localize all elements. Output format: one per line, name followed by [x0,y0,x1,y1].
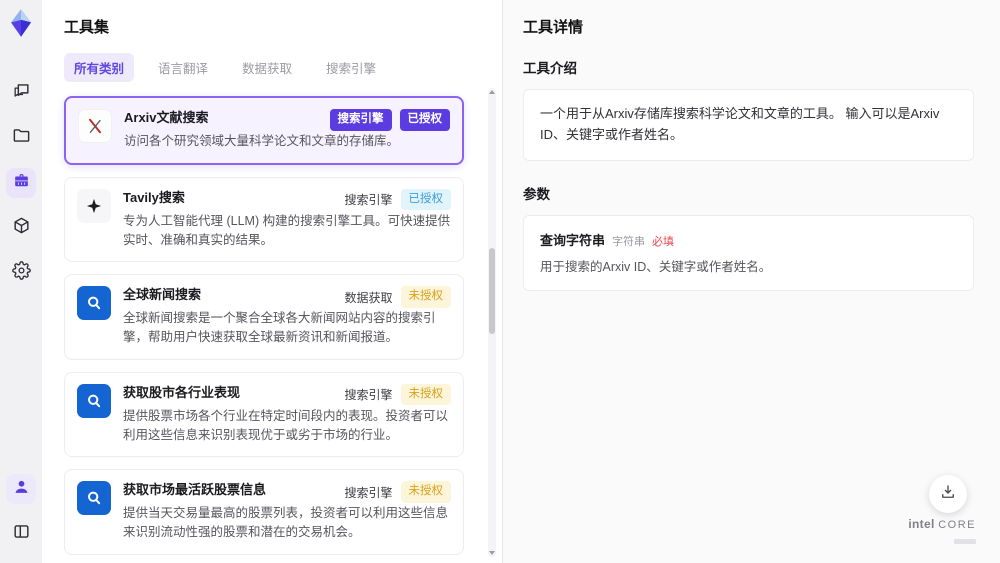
scrollbar-thumb[interactable] [489,248,495,334]
tool-card-tavily[interactable]: Tavily搜索 专为人工智能代理 (LLM) 构建的搜索引擎工具。可快速提供实… [64,176,464,263]
download-icon [939,483,957,506]
tool-description: 提供股票市场各个行业在特定时间段内的表现。投资者可以利用这些信息来识别表现优于或… [123,408,449,442]
category-label: 搜索引擎 [344,388,393,402]
param-type: 字符串 [612,235,646,248]
auth-status-badge: 未授权 [400,481,451,503]
sidebar-item-settings[interactable] [6,258,36,288]
brand-intel-text: intel [908,517,935,531]
auth-status-badge: 未授权 [400,383,451,406]
cube-icon [12,216,31,240]
sidebar-item-chat[interactable] [6,78,36,108]
download-button[interactable] [929,475,967,513]
list-scrollbar[interactable] [488,88,496,557]
news-search-logo-icon [77,383,111,418]
sidebar-item-toolbox[interactable] [6,168,36,198]
params-heading: 参数 [523,186,550,202]
tab-language-translation[interactable]: 语言翻译 [148,53,218,82]
tab-data-fetch[interactable]: 数据获取 [232,53,302,82]
scrollbar-up-arrow[interactable] [489,90,495,94]
gear-icon [11,261,31,285]
chat-icon [12,81,31,105]
category-label: 搜索引擎 [344,485,393,500]
category-tabs: 所有类别 语言翻译 数据获取 搜索引擎 [64,53,478,82]
news-search-logo-icon [77,286,111,321]
tab-search-engine[interactable]: 搜索引擎 [316,53,386,82]
intro-box: 一个用于从Arxiv存储库搜索科学论文和文章的工具。 输入可以是Arxiv ID… [523,89,974,161]
sidebar-item-files[interactable] [6,123,36,153]
param-required-flag: 必填 [652,235,675,248]
tool-description: 提供当天交易量最高的股票列表，投资者可以利用这些信息来识别流动性强的股票和潜在的… [123,506,449,539]
tavily-sparkle-icon [77,188,111,223]
tool-card-global-news[interactable]: 全球新闻搜索 全球新闻搜索是一个聚合全球各大新闻网站内容的搜索引擎，帮助用户快速… [64,274,464,360]
scrollbar-down-arrow[interactable] [489,551,495,555]
sidebar-item-packages[interactable] [6,213,36,243]
tool-card-arxiv[interactable]: Arxiv文献搜索 访问各个研究领域大量科学论文和文章的存储库。 搜索引擎 已授… [64,96,464,165]
user-icon [12,477,31,501]
category-label: 数据获取 [344,290,393,305]
tools-panel: 工具集 所有类别 语言翻译 数据获取 搜索引擎 Arxiv文献搜索 访问各个研究… [42,0,502,563]
panel-layout-icon [12,522,31,546]
intel-core-logo: intel core [908,517,976,549]
tool-list: Arxiv文献搜索 访问各个研究领域大量科学论文和文章的存储库。 搜索引擎 已授… [64,96,478,563]
brand-core-text: core [938,519,976,531]
app-window: 工具集 所有类别 语言翻译 数据获取 搜索引擎 Arxiv文献搜索 访问各个研究… [0,0,1000,563]
news-search-logo-icon [77,481,111,516]
param-description: 用于搜索的Arxiv ID、关键字或作者姓名。 [540,259,772,274]
intro-text: 一个用于从Arxiv存储库搜索科学论文和文章的工具。 输入可以是Arxiv ID… [540,106,940,142]
sidebar-item-user[interactable] [6,474,36,504]
tool-details-panel: 工具详情 工具介绍 一个用于从Arxiv存储库搜索科学论文和文章的工具。 输入可… [502,0,1000,563]
brand-sub-mark [954,539,976,544]
details-title: 工具详情 [523,19,584,36]
tab-all-categories[interactable]: 所有类别 [64,53,135,82]
param-name: 查询字符串 [540,232,606,248]
left-rail [0,0,42,563]
arxiv-logo-icon [78,109,112,143]
auth-status-badge: 已授权 [400,188,451,211]
tool-description: 访问各个研究领域大量科学论文和文章的存储库。 [124,134,400,148]
intro-heading: 工具介绍 [523,61,577,76]
category-badge: 搜索引擎 [329,109,392,131]
auth-status-badge: 已授权 [399,109,450,131]
app-logo-icon [6,8,36,38]
param-box: 查询字符串 字符串 必填 用于搜索的Arxiv ID、关键字或作者姓名。 [523,214,974,292]
category-label: 搜索引擎 [344,193,393,207]
tool-card-most-active-stocks[interactable]: 获取市场最活跃股票信息 提供当天交易量最高的股票列表，投资者可以利用这些信息来识… [64,469,464,555]
folder-icon [12,126,31,150]
auth-status-badge: 未授权 [400,286,451,308]
sidebar-item-panel-toggle[interactable] [6,519,36,549]
tool-card-sector-performance[interactable]: 获取股市各行业表现 提供股票市场各个行业在特定时间段内的表现。投资者可以利用这些… [64,371,464,458]
tool-description: 专为人工智能代理 (LLM) 构建的搜索引擎工具。可快速提供实时、准确和真实的结… [123,213,451,247]
page-title: 工具集 [64,19,110,36]
toolbox-icon [12,171,31,195]
tool-description: 全球新闻搜索是一个聚合全球各大新闻网站内容的搜索引擎，帮助用户快速获取全球最新资… [123,311,436,344]
